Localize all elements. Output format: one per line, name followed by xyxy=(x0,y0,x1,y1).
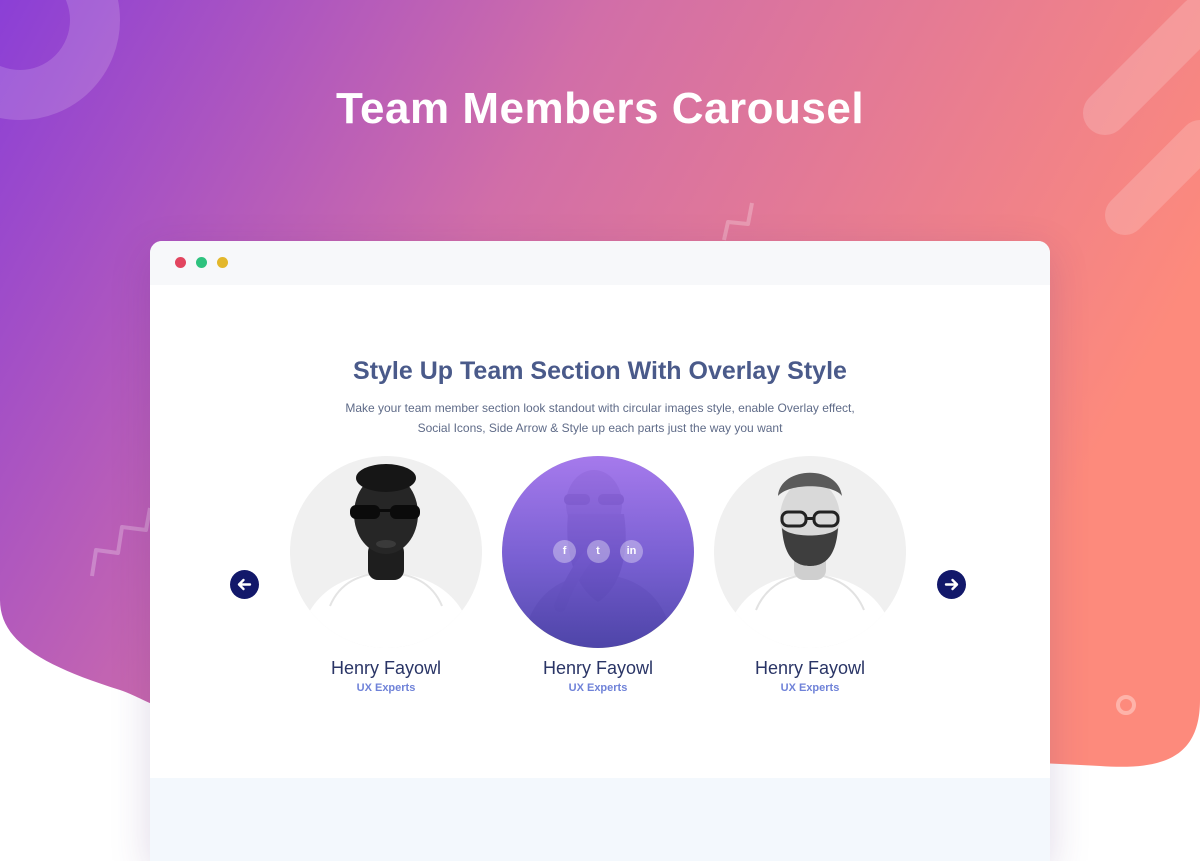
team-member-card[interactable]: Henry Fayowl UX Experts xyxy=(714,456,906,694)
arrow-left-icon xyxy=(237,578,252,591)
section-description: Make your team member section look stand… xyxy=(345,401,855,435)
facebook-icon[interactable]: f xyxy=(553,540,577,563)
team-member-card[interactable]: f t in Henry Fayowl UX Experts xyxy=(502,456,694,694)
member-photo-overlay: f t in xyxy=(502,456,694,648)
member-name: Henry Fayowl xyxy=(330,658,442,678)
social-links: f t in xyxy=(502,540,694,563)
section-title: Style Up Team Section With Overlay Style xyxy=(353,357,847,385)
carousel-prev-button[interactable] xyxy=(230,570,259,599)
member-photo xyxy=(714,456,906,648)
browser-titlebar xyxy=(150,241,1050,285)
linkedin-icon[interactable]: in xyxy=(619,540,643,563)
page-title: Team Members Carousel xyxy=(335,84,865,133)
team-member-card[interactable]: Henry Fayowl UX Experts xyxy=(290,456,482,694)
member-role: UX Experts xyxy=(356,682,416,694)
close-window-dot[interactable] xyxy=(175,257,186,268)
member-photo xyxy=(290,456,482,648)
member-role: UX Experts xyxy=(568,682,628,694)
twitter-icon[interactable]: t xyxy=(586,540,610,563)
minimize-window-dot[interactable] xyxy=(217,257,228,268)
member-name: Henry Fayowl xyxy=(542,658,654,678)
member-name: Henry Fayowl xyxy=(754,658,866,678)
arrow-right-icon xyxy=(944,578,959,591)
member-photo: f t in xyxy=(502,456,694,648)
browser-window: Style Up Team Section With Overlay Style… xyxy=(150,241,1050,861)
next-section-band xyxy=(150,778,1050,861)
maximize-window-dot[interactable] xyxy=(196,257,207,268)
member-role: UX Experts xyxy=(780,682,840,694)
carousel-next-button[interactable] xyxy=(937,570,966,599)
